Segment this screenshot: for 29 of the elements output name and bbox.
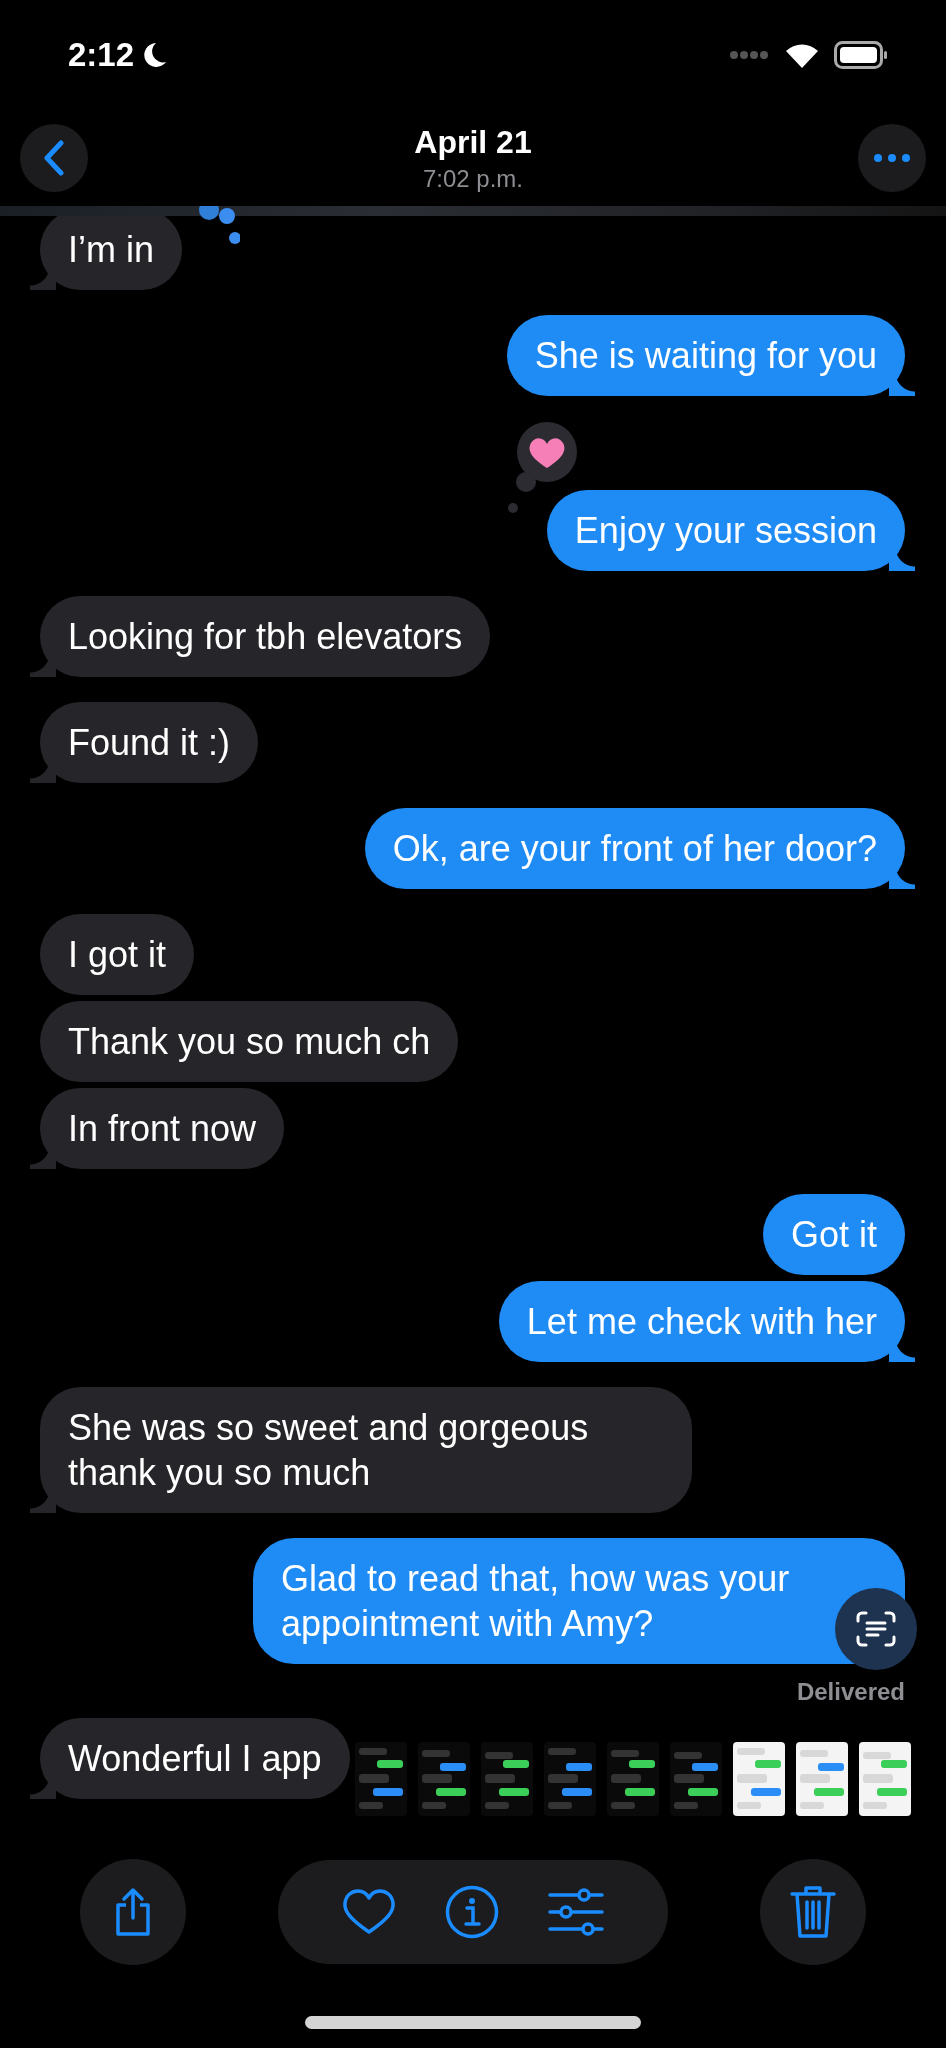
trash-icon — [790, 1885, 836, 1939]
sliders-icon — [547, 1888, 604, 1936]
back-icon — [43, 140, 65, 176]
sent-message: She is waiting for you — [506, 315, 915, 396]
received-message: Wonderful I app — [30, 1718, 350, 1799]
adjust-button[interactable] — [547, 1888, 604, 1936]
sent-message: Got it — [762, 1194, 915, 1275]
received-message: Looking for tbh elevators — [30, 596, 491, 677]
photo-time: 7:02 p.m. — [422, 164, 524, 193]
received-message: In front now — [30, 1088, 285, 1169]
info-button[interactable] — [445, 1885, 499, 1939]
live-text-icon — [856, 1611, 896, 1647]
info-icon — [445, 1885, 499, 1939]
received-message: She was so sweet and gorgeous thank you so much — [30, 1387, 692, 1513]
received-message: I got it — [30, 914, 195, 995]
sent-message: Enjoy your session — [546, 490, 915, 571]
share-icon — [113, 1887, 153, 1937]
signal-icon — [730, 50, 770, 60]
battery-icon — [834, 41, 888, 69]
received-message: Thank you so much ch — [30, 1001, 459, 1082]
status-time: 2:12 — [68, 36, 135, 74]
photo-date: April 21 — [414, 123, 532, 161]
delivery-status: Delivered — [796, 1678, 905, 1706]
sent-message: Let me check with her — [498, 1281, 915, 1362]
favorite-button[interactable] — [342, 1889, 397, 1935]
received-message: Found it :) — [30, 702, 259, 783]
heart-icon — [342, 1889, 397, 1935]
more-icon — [874, 154, 910, 162]
sent-message: Ok, are your front of her door? — [364, 808, 915, 889]
